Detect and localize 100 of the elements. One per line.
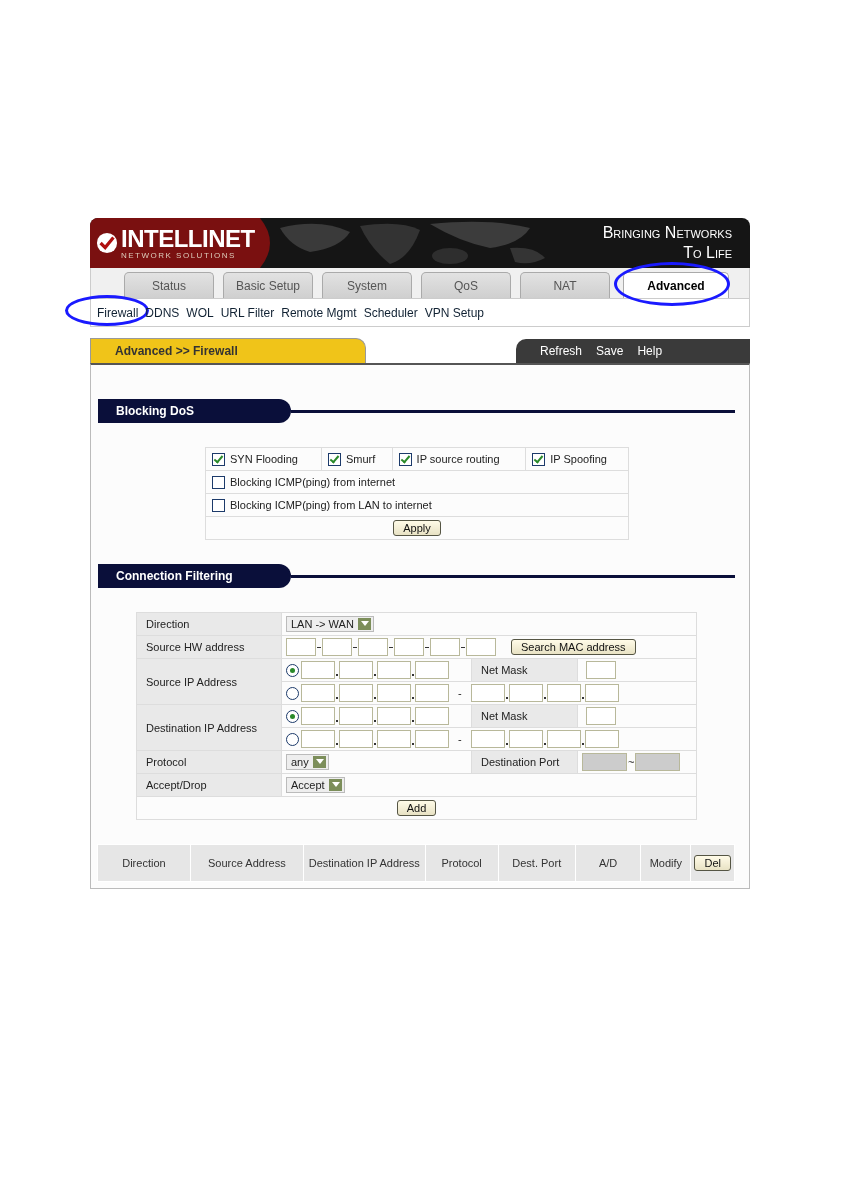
ip-octet-field[interactable] [415, 730, 449, 748]
ip-octet-field[interactable] [415, 707, 449, 725]
ip-octet-field[interactable] [339, 730, 373, 748]
nav-tab[interactable]: System [322, 272, 412, 298]
separator-mark [389, 646, 393, 648]
ip-octet-field[interactable] [301, 730, 335, 748]
checkbox[interactable] [398, 452, 412, 466]
ip-octet-field[interactable] [584, 730, 619, 748]
nav-tab[interactable]: Status [124, 272, 214, 298]
ip-octet-field[interactable] [377, 661, 411, 679]
separator-mark [581, 697, 584, 699]
net-mask-field[interactable] [586, 707, 616, 725]
field-label: Destination IP Address [146, 721, 258, 734]
mac-octet-field[interactable] [322, 638, 352, 656]
checkbox[interactable] [532, 452, 546, 466]
checkbox[interactable] [212, 475, 225, 489]
column-header: Destination IP Address [308, 857, 420, 869]
separator-mark [412, 743, 414, 745]
checkbox[interactable] [212, 498, 225, 512]
mac-octet-field[interactable] [466, 638, 496, 656]
ip-octet-field[interactable] [339, 661, 373, 679]
add-button[interactable]: Add [396, 800, 437, 816]
ip-octet-field[interactable] [470, 684, 505, 702]
checkbox-label: SYN Flooding [230, 453, 298, 466]
ip-octet-field[interactable] [584, 684, 619, 702]
net-mask-field[interactable] [586, 661, 616, 679]
action-link[interactable]: Help [637, 344, 663, 358]
subnav-link[interactable]: URL Filter [220, 305, 275, 320]
mac-octet-field[interactable] [286, 638, 316, 656]
mac-octet-field[interactable] [430, 638, 460, 656]
range-separator: ~ [628, 756, 635, 768]
separator-mark [543, 697, 546, 699]
ip-octet-field[interactable] [377, 684, 411, 702]
ip-octet-field[interactable] [546, 684, 581, 702]
ip-octet-field[interactable] [377, 730, 411, 748]
separator-mark [336, 697, 338, 699]
ip-octet-field[interactable] [301, 661, 335, 679]
separator-mark [317, 646, 321, 648]
separator-mark [336, 743, 338, 745]
checkbox[interactable] [212, 452, 225, 466]
nav-tab[interactable]: Advanced [623, 272, 729, 298]
mac-octet-field[interactable] [358, 638, 388, 656]
separator-mark [581, 743, 584, 745]
checkbox-label: Smurf [345, 453, 376, 466]
separator-mark [412, 697, 414, 699]
checkbox[interactable] [327, 452, 341, 466]
separator-mark [374, 743, 376, 745]
slogan-text: Bringing Networks [602, 223, 732, 243]
separator-mark [412, 674, 414, 676]
field-label: Protocol [146, 756, 187, 768]
checkbox-label: Blocking ICMP(ping) from LAN to internet [230, 499, 432, 512]
separator-mark [353, 646, 357, 648]
ip-octet-field[interactable] [508, 684, 543, 702]
ip-octet-field[interactable] [339, 684, 373, 702]
ip-octet-field[interactable] [508, 730, 543, 748]
nav-tab[interactable]: NAT [520, 272, 610, 298]
column-header: Source Address [208, 857, 286, 869]
direction-select[interactable]: LAN -> WAN [286, 616, 374, 632]
field-label: Destination Port [481, 756, 560, 768]
protocol-select[interactable]: any [286, 754, 329, 770]
delete-button[interactable]: Del [694, 855, 731, 871]
section-heading: Connection Filtering [98, 564, 291, 588]
ip-octet-field[interactable] [339, 707, 373, 725]
ip-octet-field[interactable] [377, 707, 411, 725]
ip-octet-field[interactable] [301, 707, 335, 725]
column-header: Protocol [441, 857, 482, 869]
column-header: A/D [598, 857, 618, 869]
subnav-link[interactable]: VPN Setup [424, 305, 485, 320]
range-separator: - [458, 733, 462, 745]
radio-button[interactable] [286, 686, 299, 700]
field-label: Direction [146, 618, 190, 630]
separator-mark [336, 720, 338, 722]
separator-mark [461, 646, 465, 648]
ip-octet-field[interactable] [415, 661, 449, 679]
mac-octet-field[interactable] [394, 638, 424, 656]
field-label: Source IP Address [146, 675, 237, 688]
ip-octet-field[interactable] [415, 684, 449, 702]
subnav-link[interactable]: Scheduler [363, 305, 418, 320]
action-link[interactable]: Refresh [540, 344, 583, 358]
ip-octet-field[interactable] [301, 684, 335, 702]
nav-tab[interactable]: QoS [421, 272, 511, 298]
separator-mark [412, 720, 414, 722]
subnav-link[interactable]: WOL [186, 305, 214, 320]
column-header: Modify [649, 857, 683, 869]
ip-octet-field[interactable] [470, 730, 505, 748]
field-label: Net Mask [481, 710, 528, 722]
search-mac-button[interactable]: Search MAC address [511, 639, 636, 655]
accept-drop-select[interactable]: Accept [286, 777, 345, 793]
separator-mark [543, 743, 546, 745]
radio-button[interactable] [286, 732, 299, 746]
radio-button[interactable] [286, 663, 299, 677]
nav-tab[interactable]: Basic Setup [223, 272, 313, 298]
apply-button[interactable]: Apply [393, 520, 441, 536]
separator-mark [336, 674, 338, 676]
radio-button[interactable] [286, 709, 299, 723]
action-link[interactable]: Save [596, 344, 624, 358]
subnav-link[interactable]: Remote Mgmt [281, 305, 357, 320]
subnav-link[interactable]: Firewall [97, 305, 139, 320]
logo-tagline: NETWORK SOLUTIONS [121, 250, 237, 260]
ip-octet-field[interactable] [546, 730, 581, 748]
